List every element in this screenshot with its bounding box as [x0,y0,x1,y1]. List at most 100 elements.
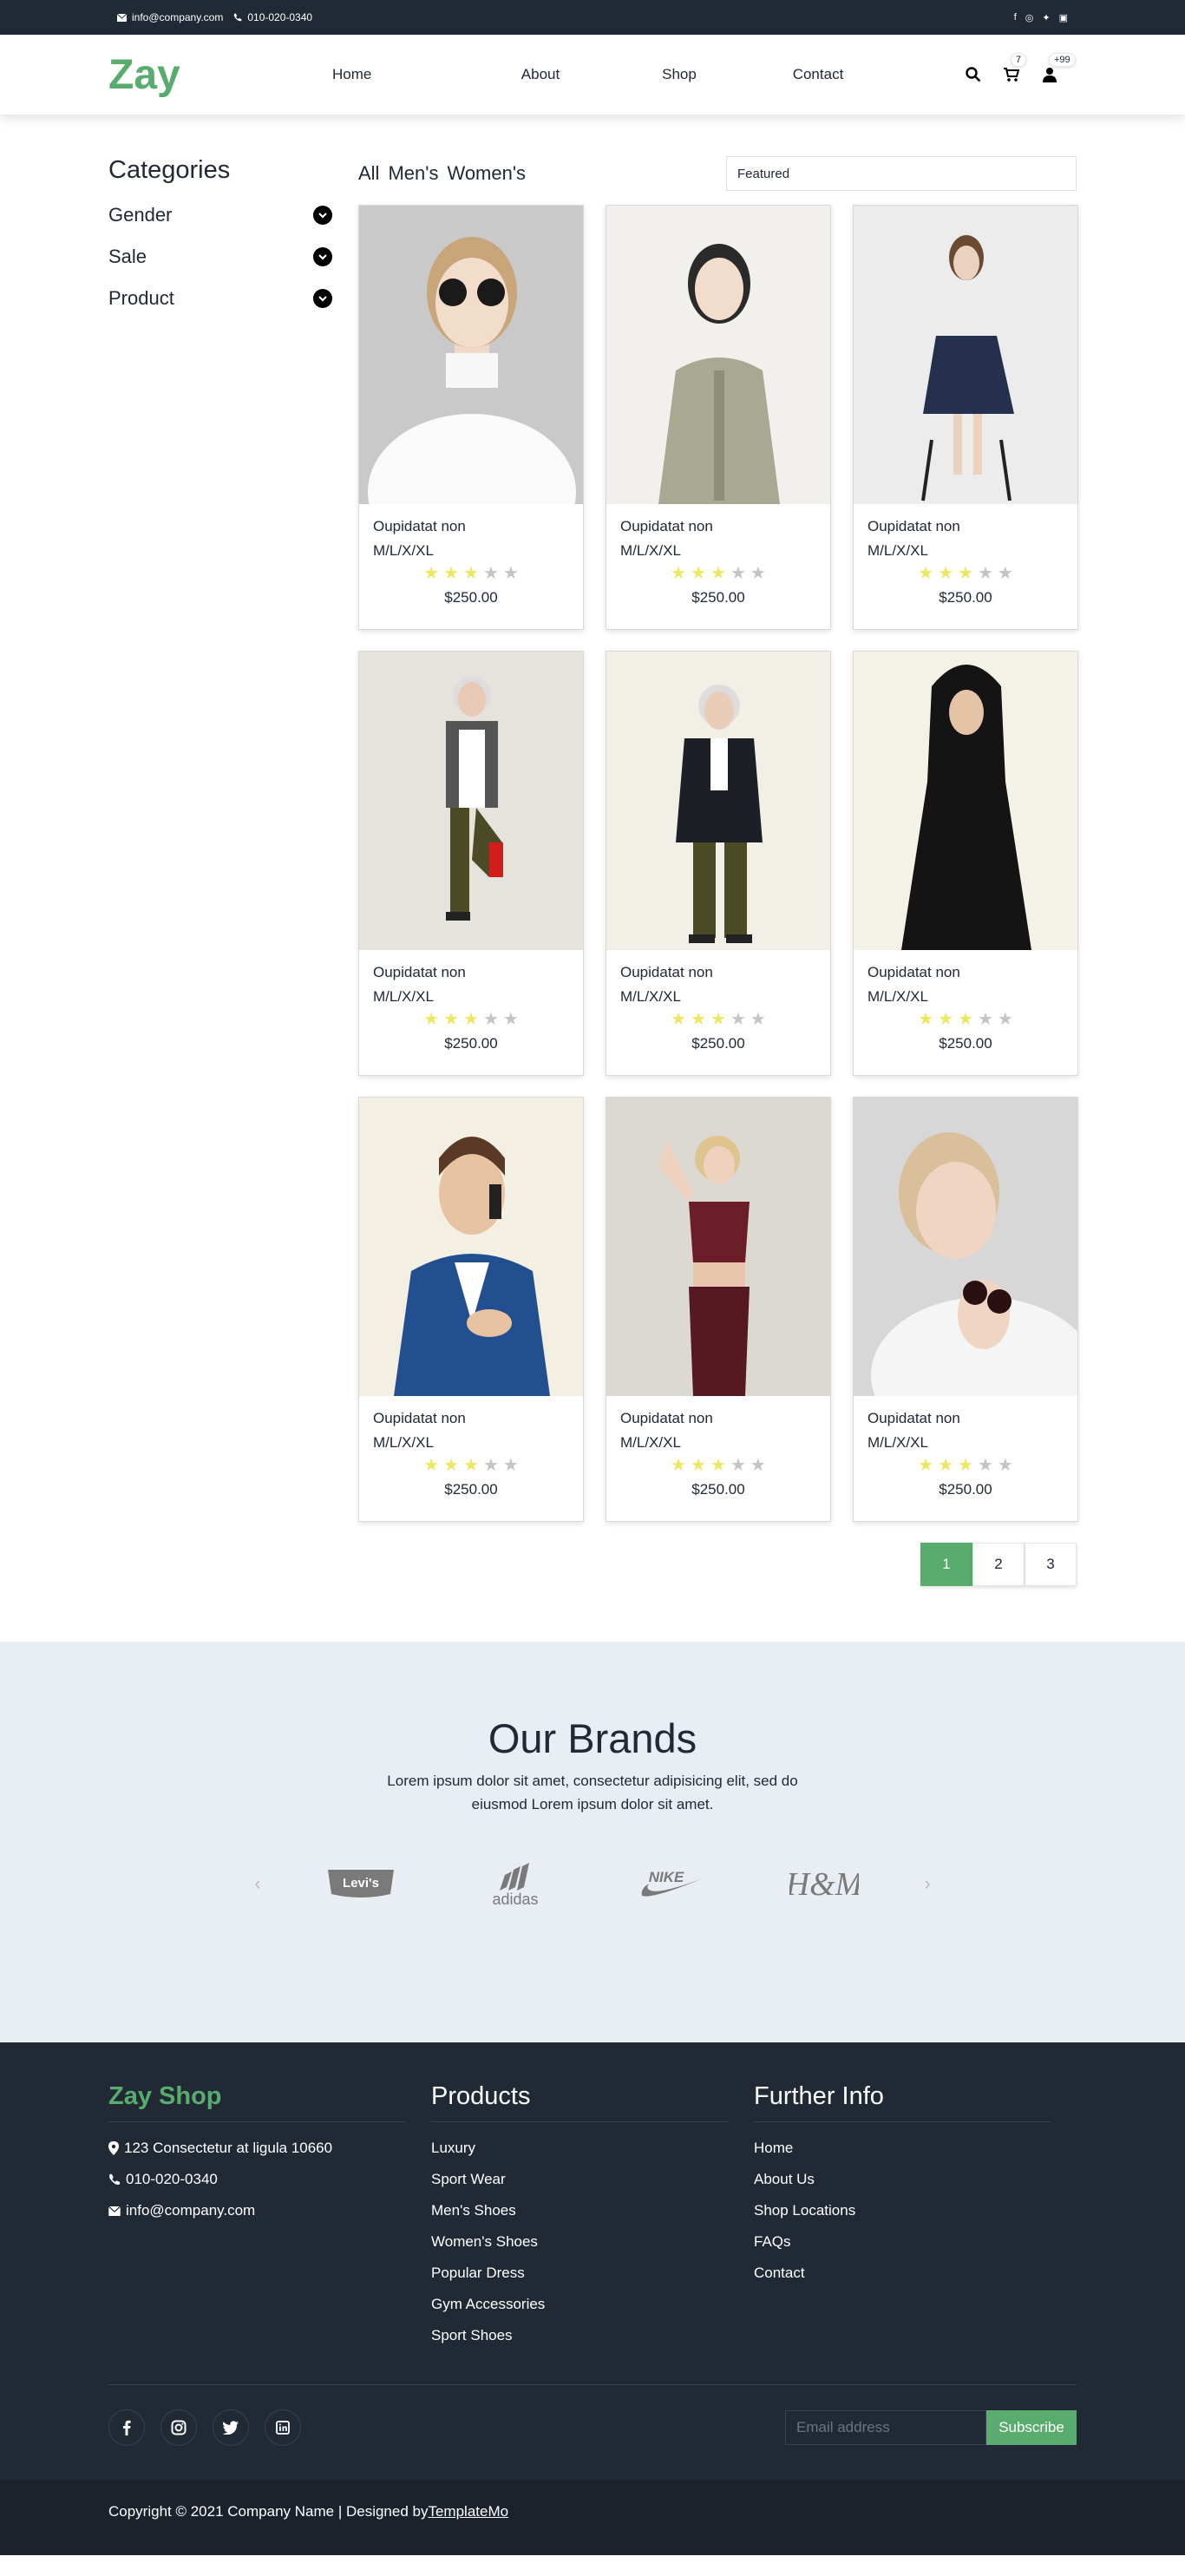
product-card[interactable]: Oupidatat non M/L/X/XL ★ ★ ★ ★ ★ $250.00 [853,651,1078,1076]
product-rating: ★ ★ ★ ★ ★ [867,1011,1064,1028]
product-price: $250.00 [939,589,992,606]
product-grid: Oupidatat non M/L/X/XL ★ ★ ★ ★ ★ $250.00 Oupidat… [358,205,1078,1522]
product-image[interactable] [606,1098,830,1396]
star-icon: ★ [502,1010,519,1029]
product-image[interactable] [606,206,830,504]
product-title[interactable]: Oupidatat non [867,1410,1064,1427]
product-title[interactable]: Oupidatat non [373,518,569,535]
product-card[interactable]: Oupidatat non M/L/X/XL ★ ★ ★ ★ ★ $250.00 [358,651,584,1076]
chevron-down-icon[interactable] [313,289,332,308]
chevron-down-icon[interactable] [313,247,332,266]
category-gender[interactable]: Gender [108,204,332,226]
brand-adidas[interactable]: adidas [438,1858,592,1910]
star-icon: ★ [482,1456,499,1475]
product-title[interactable]: Oupidatat non [867,964,1064,981]
email-input[interactable]: Email address [785,2410,986,2445]
linkedin-icon[interactable] [265,2409,301,2446]
nav-contact[interactable]: Contact [749,66,887,83]
brand-hm[interactable]: H&M [747,1858,901,1910]
product-price: $250.00 [444,1035,498,1052]
brand-levis[interactable]: Levi's [284,1858,438,1910]
facebook-icon[interactable]: f [1014,12,1017,23]
product-title[interactable]: Oupidatat non [867,518,1064,535]
footer-product-link[interactable]: Sport Wear [431,2171,754,2188]
category-sale[interactable]: Sale [108,246,332,268]
twitter-icon[interactable] [213,2409,249,2446]
product-card[interactable]: Oupidatat non M/L/X/XL ★ ★ ★ ★ ★ $250.00 [358,1097,584,1522]
product-rating: ★ ★ ★ ★ ★ [620,1457,816,1474]
product-card[interactable]: Oupidatat non M/L/X/XL ★ ★ ★ ★ ★ $250.00 [606,205,831,630]
footer-info-link[interactable]: About Us [754,2171,1077,2188]
footer-product-link[interactable]: Luxury [431,2140,754,2157]
facebook-icon[interactable] [108,2409,145,2446]
product-title[interactable]: Oupidatat non [620,964,816,981]
star-icon: ★ [443,1010,460,1029]
category-product[interactable]: Product [108,287,332,310]
user-button[interactable]: +99 [1040,53,1076,84]
star-icon: ★ [671,1010,687,1029]
subscribe-button[interactable]: Subscribe [986,2410,1077,2445]
footer-email[interactable]: info@company.com [108,2202,431,2219]
product-title[interactable]: Oupidatat non [373,1410,569,1427]
product-card[interactable]: Oupidatat non M/L/X/XL ★ ★ ★ ★ ★ $250.00 [606,1097,831,1522]
category-label: Product [108,287,174,309]
product-title[interactable]: Oupidatat non [620,518,816,535]
product-image[interactable] [606,652,830,950]
twitter-icon[interactable]: ✦ [1042,12,1050,23]
product-title[interactable]: Oupidatat non [373,964,569,981]
topbar-phone[interactable]: 010-020-0340 [233,11,312,23]
footer-product-link[interactable]: Gym Accessories [431,2296,754,2313]
star-icon: ★ [671,564,687,583]
filter-all[interactable]: All [358,162,379,185]
footer-phone[interactable]: 010-020-0340 [108,2171,431,2188]
nav-shop[interactable]: Shop [610,66,749,83]
star-icon: ★ [423,564,440,583]
instagram-icon[interactable] [160,2409,197,2446]
product-image[interactable] [854,652,1077,950]
product-card[interactable]: Oupidatat non M/L/X/XL ★ ★ ★ ★ ★ $250.00 [853,205,1078,630]
filter-mens[interactable]: Men's [388,162,438,185]
envelope-icon [108,2206,121,2216]
logo[interactable]: Zay [108,51,306,99]
product-card[interactable]: Oupidatat non M/L/X/XL ★ ★ ★ ★ ★ $250.00 [853,1097,1078,1522]
product-image[interactable] [359,652,583,950]
product-image[interactable] [854,206,1077,504]
product-rating: ★ ★ ★ ★ ★ [373,565,569,582]
footer-info-link[interactable]: Home [754,2140,1077,2157]
page-1[interactable]: 1 [920,1543,972,1586]
page-2[interactable]: 2 [972,1543,1025,1586]
product-title[interactable]: Oupidatat non [620,1410,816,1427]
star-icon: ★ [671,1456,687,1475]
product-image[interactable] [854,1098,1077,1396]
footer-info-link[interactable]: Shop Locations [754,2202,1077,2219]
footer-product-link[interactable]: Popular Dress [431,2265,754,2282]
brand-nike[interactable]: NIKE [592,1858,747,1910]
cart-button[interactable]: 7 [1002,53,1027,84]
product-card[interactable]: Oupidatat non M/L/X/XL ★ ★ ★ ★ ★ $250.00 [606,651,831,1076]
product-image[interactable] [359,206,583,504]
category-label: Sale [108,246,147,267]
designer-link[interactable]: TemplateMo [428,2503,508,2520]
footer-product-link[interactable]: Women's Shoes [431,2233,754,2251]
footer-product-link[interactable]: Men's Shoes [431,2202,754,2219]
product-card[interactable]: Oupidatat non M/L/X/XL ★ ★ ★ ★ ★ $250.00 [358,205,584,630]
footer-info-link[interactable]: FAQs [754,2233,1077,2251]
product-price: $250.00 [444,1481,498,1498]
instagram-icon[interactable]: ◎ [1025,12,1034,23]
linkedin-icon[interactable]: ▣ [1059,12,1068,23]
sort-select[interactable]: Featured [726,156,1077,191]
star-icon: ★ [691,564,707,583]
nav-home[interactable]: Home [332,66,471,83]
search-icon[interactable] [964,65,983,84]
footer-product-link[interactable]: Sport Shoes [431,2327,754,2344]
filter-womens[interactable]: Women's [447,162,526,185]
product-image[interactable] [359,1098,583,1396]
page-3[interactable]: 3 [1025,1543,1077,1586]
user-count-badge: +99 [1049,53,1076,67]
footer-info-link[interactable]: Contact [754,2265,1077,2282]
chevron-down-icon[interactable] [313,206,332,225]
topbar-email[interactable]: info@company.com [117,11,223,23]
chevron-left-icon[interactable]: ‹ [232,1872,284,1895]
nav-about[interactable]: About [471,66,610,83]
chevron-right-icon[interactable]: › [901,1872,953,1895]
